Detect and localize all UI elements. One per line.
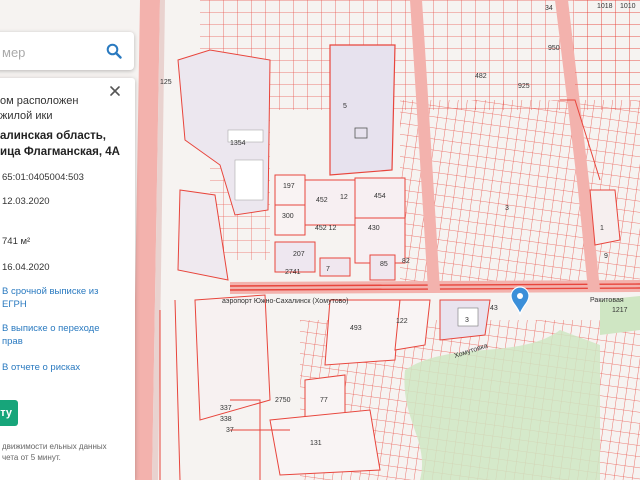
egrn-extract-link[interactable]: В срочной выписке из ЕГРН <box>2 285 120 311</box>
transfer-rights-link[interactable]: В выписке о переходе прав <box>2 322 120 348</box>
svg-text:950: 950 <box>548 45 560 52</box>
svg-text:5: 5 <box>343 103 347 110</box>
svg-text:12: 12 <box>340 194 348 201</box>
object-info-panel: ом расположен жилой ики алинская область… <box>0 78 135 480</box>
svg-text:34: 34 <box>545 5 553 12</box>
svg-text:3: 3 <box>505 205 509 212</box>
svg-text:125: 125 <box>160 79 172 86</box>
svg-text:452: 452 <box>316 197 328 204</box>
svg-text:493: 493 <box>350 325 362 332</box>
object-area: 741 м² <box>2 236 31 247</box>
svg-text:452 12: 452 12 <box>315 225 337 232</box>
svg-text:430: 430 <box>368 225 380 232</box>
cadastral-number: 65:01:0405004:503 <box>2 172 84 183</box>
svg-text:7: 7 <box>326 266 330 273</box>
svg-text:37: 37 <box>226 427 234 434</box>
object-description: ом расположен жилой ики <box>0 95 79 122</box>
svg-text:300: 300 <box>282 213 294 220</box>
search-icon[interactable] <box>106 43 122 59</box>
street-label-rakitovaya: Ракитовая <box>590 297 624 304</box>
close-icon[interactable] <box>108 84 122 98</box>
panel-footer-note: движимости ельных данных чета от 5 минут… <box>2 442 107 462</box>
svg-text:454: 454 <box>374 193 386 200</box>
order-button[interactable]: сту <box>0 400 18 426</box>
search-box <box>0 32 134 70</box>
update-date: 16.04.2020 <box>2 262 50 273</box>
svg-text:1018: 1018 <box>597 3 613 10</box>
svg-text:43: 43 <box>490 305 498 312</box>
svg-text:82: 82 <box>402 258 410 265</box>
svg-text:131: 131 <box>310 440 322 447</box>
svg-text:3: 3 <box>465 317 469 324</box>
svg-text:2750: 2750 <box>275 397 291 404</box>
parcel-5[interactable] <box>329 44 396 176</box>
svg-text:122: 122 <box>396 318 408 325</box>
svg-text:207: 207 <box>293 251 305 258</box>
svg-text:925: 925 <box>518 83 530 90</box>
svg-text:2741: 2741 <box>285 269 301 276</box>
svg-text:9: 9 <box>604 253 608 260</box>
svg-text:337: 337 <box>220 405 232 412</box>
svg-text:197: 197 <box>283 183 295 190</box>
svg-text:1354: 1354 <box>230 140 246 147</box>
svg-text:1: 1 <box>600 225 604 232</box>
svg-text:77: 77 <box>320 397 328 404</box>
svg-text:85: 85 <box>380 261 388 268</box>
search-input[interactable] <box>0 42 100 62</box>
svg-text:482: 482 <box>475 73 487 80</box>
svg-text:1217: 1217 <box>612 307 628 314</box>
risk-report-link[interactable]: В отчете о рисках <box>2 361 120 374</box>
svg-text:1010: 1010 <box>620 3 636 10</box>
parcel-493[interactable] <box>324 299 401 366</box>
object-address: алинская область, ица Флагманская, 4А <box>0 130 120 158</box>
airport-label: аэропорт Южно-Сахалинск (Хомутово) <box>222 298 348 305</box>
svg-text:338: 338 <box>220 416 232 423</box>
registration-date: 12.03.2020 <box>2 196 50 207</box>
